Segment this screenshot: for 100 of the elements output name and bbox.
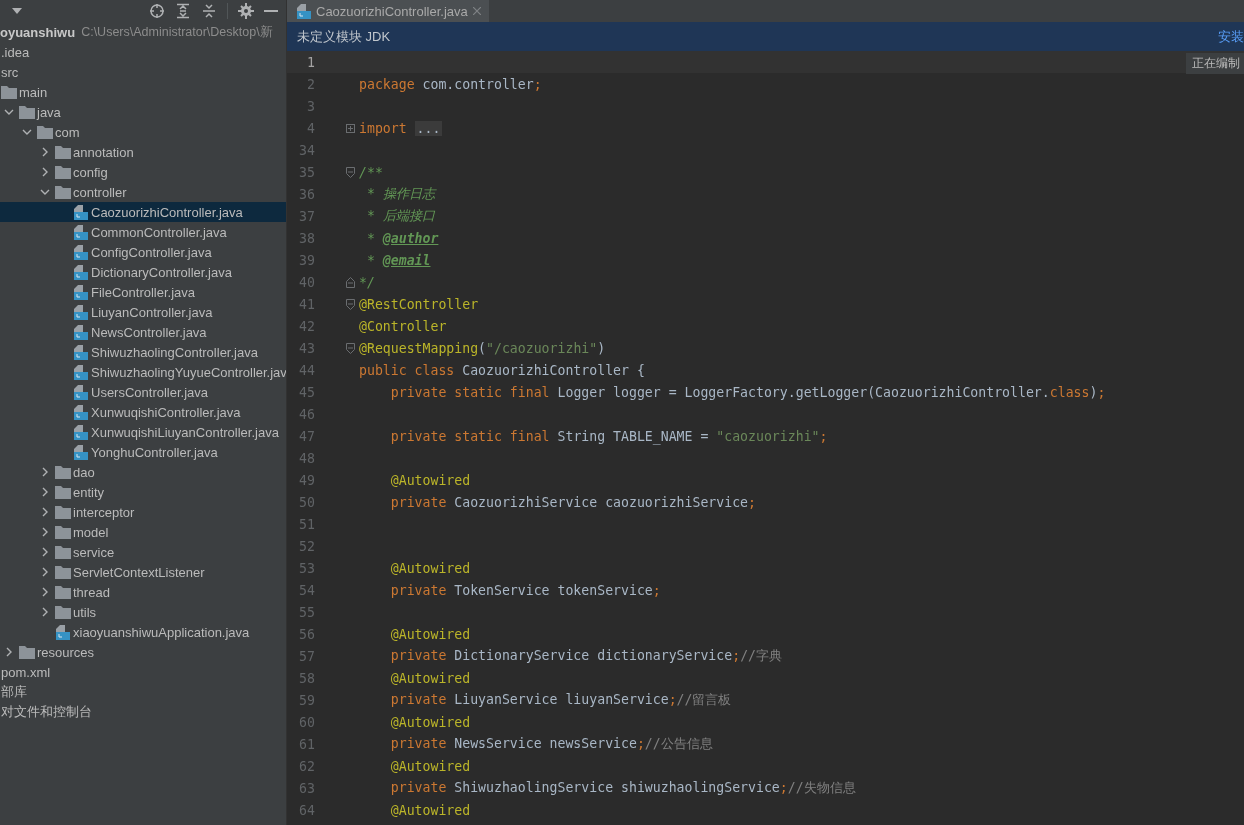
tree-item[interactable]: ServletContextListener [0,562,286,582]
code-line: * 后端接口 [365,207,435,225]
line-number: 45 [298,384,315,400]
collapse-all-icon[interactable] [201,3,217,19]
chevron-right-icon[interactable] [42,567,48,577]
editor-tab[interactable]: CaozuorizhiController.java [287,0,489,22]
code-line: private static final Logger logger = LoggerFactory.getLogger(CaozuorizhiController.class); [389,384,1106,400]
folder-icon [55,465,71,479]
tree-item[interactable]: NewsController.java [0,322,286,342]
tree-item[interactable]: controller [0,182,286,202]
tooltip: 正在编制 [1186,53,1244,74]
line-number: 51 [298,516,315,532]
tree-item[interactable]: UsersController.java [0,382,286,402]
crosshair-icon[interactable] [149,3,165,19]
line-number: 60 [298,714,315,730]
tree-item[interactable]: xiaoyuanshiwuApplication.java [0,622,286,642]
fold-start-icon[interactable] [346,166,355,178]
tree-item[interactable]: config [0,162,286,182]
tree-item[interactable]: ShiwuzhaolingController.java [0,342,286,362]
tree-item[interactable]: dao [0,462,286,482]
line-number: 41 [298,296,315,312]
tree-item[interactable]: com [0,122,286,142]
tree-item[interactable]: DictionaryController.java [0,262,286,282]
chevron-down-icon[interactable] [40,189,50,195]
line-number: 63 [298,780,315,796]
tree-item[interactable]: XunwuqishiController.java [0,402,286,422]
folder-icon [55,545,71,559]
chevron-right-icon[interactable] [42,587,48,597]
install-link[interactable]: 安装 [1218,27,1244,46]
line-number: 59 [298,692,315,708]
chevron-right-icon[interactable] [42,507,48,517]
class-file-icon [74,324,88,340]
class-file-icon [74,444,88,460]
tree-item[interactable]: 对文件和控制台 [0,702,286,722]
minimize-icon[interactable] [264,9,278,13]
chevron-down-icon[interactable] [22,129,32,135]
code-line: private CaozuorizhiService caozuorizhiService; [389,494,756,510]
chevron-right-icon[interactable] [42,487,48,497]
folder-icon [55,185,71,199]
fold-start-icon[interactable] [346,298,355,310]
line-number: 35 [298,164,315,180]
fold-plus-icon[interactable] [346,123,355,133]
class-file-icon [74,404,88,420]
tree-item[interactable]: YonghuController.java [0,442,286,462]
chevron-right-icon[interactable] [42,167,48,177]
project-path: C:\Users\Administrator\Desktop\新 [81,23,273,41]
tree-item[interactable]: java [0,102,286,122]
settings-icon[interactable] [238,3,254,19]
line-number: 43 [298,340,315,356]
code-line: @Autowired [389,626,471,642]
line-number: 34 [298,142,315,158]
class-file-icon [74,424,88,440]
tree-item[interactable]: entity [0,482,286,502]
expand-all-icon[interactable] [175,3,191,19]
chevron-down-icon[interactable] [4,109,14,115]
code-line: @Autowired [389,560,471,576]
chevron-right-icon[interactable] [42,467,48,477]
tree-item[interactable]: annotation [0,142,286,162]
line-number: 42 [298,318,315,334]
tree-item[interactable]: resources [0,642,286,662]
line-number: 39 [298,252,315,268]
tree-item[interactable]: ShiwuzhaolingYuyueController.jav [0,362,286,382]
tree-item[interactable]: main [0,82,286,102]
folder-icon [55,565,71,579]
tree-item[interactable]: FileController.java [0,282,286,302]
tree-item[interactable]: pom.xml [0,662,286,682]
tree-item[interactable]: utils [0,602,286,622]
folder-icon [55,525,71,539]
chevron-right-icon[interactable] [6,647,12,657]
chevron-right-icon[interactable] [42,147,48,157]
tree-item[interactable]: CommonController.java [0,222,286,242]
line-number: 58 [298,670,315,686]
tree-item[interactable]: CaozuorizhiController.java [0,202,286,222]
tree-item[interactable]: service [0,542,286,562]
tree-item[interactable]: thread [0,582,286,602]
code-line: private NewsService newsService;//公告信息 [389,735,713,753]
fold-start-icon[interactable] [346,342,355,354]
line-number: 3 [306,98,315,114]
chevron-right-icon[interactable] [42,527,48,537]
line-number: 37 [298,208,315,224]
dropdown-caret-icon[interactable] [12,8,22,14]
tree-item[interactable]: model [0,522,286,542]
tree-item[interactable]: ConfigController.java [0,242,286,262]
tree-item[interactable]: interceptor [0,502,286,522]
tree-item[interactable]: LiuyanController.java [0,302,286,322]
chevron-right-icon[interactable] [42,607,48,617]
line-number: 54 [298,582,315,598]
line-number: 48 [298,450,315,466]
folder-icon [1,85,17,99]
tree-item[interactable]: XunwuqishiLiuyanController.java [0,422,286,442]
chevron-right-icon[interactable] [42,547,48,557]
tree-item[interactable]: .idea [0,42,286,62]
project-name[interactable]: oyuanshiwu [0,24,76,40]
class-file-icon [74,204,88,220]
tree-item[interactable]: 部库 [0,682,286,702]
tree-item[interactable]: src [0,62,286,82]
folder-icon [55,505,71,519]
code-line: * 操作日志 [365,185,435,203]
line-number: 64 [298,802,315,818]
fold-end-icon[interactable] [346,276,355,288]
